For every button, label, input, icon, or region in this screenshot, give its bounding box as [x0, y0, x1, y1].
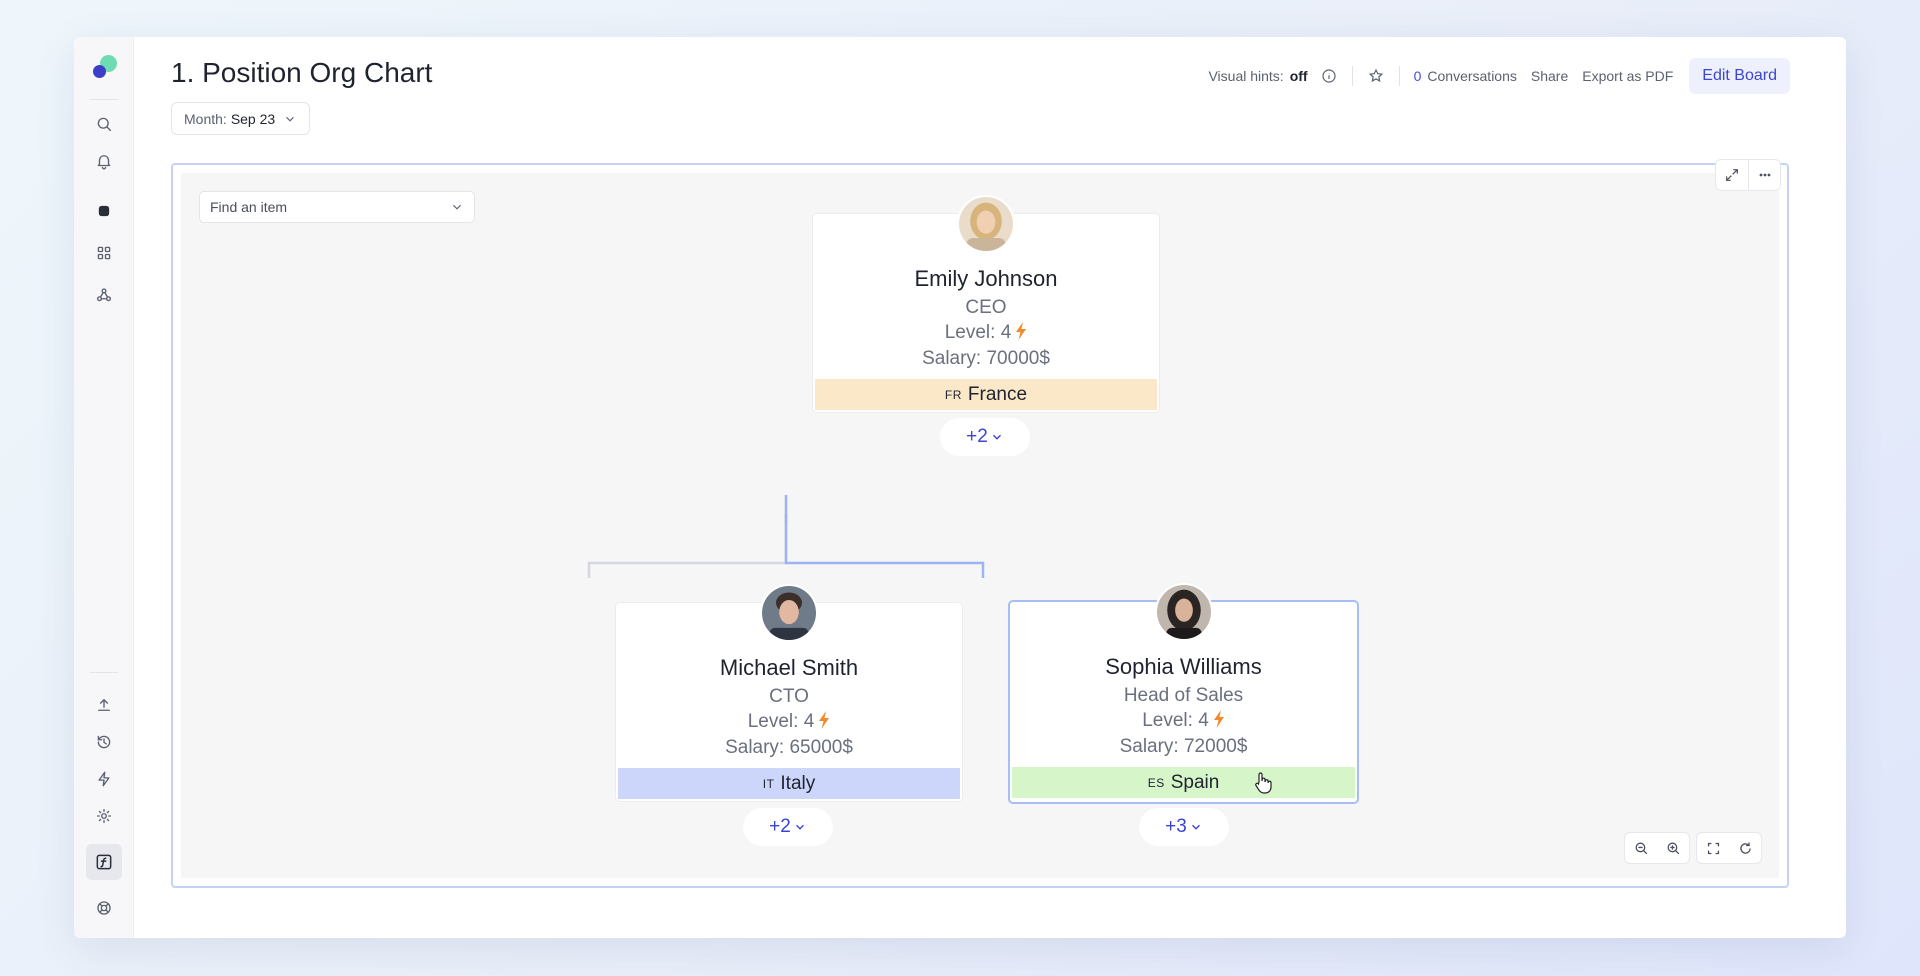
person-role: Head of Sales: [1123, 685, 1244, 706]
share-button[interactable]: Share: [1531, 68, 1568, 84]
person-level: Level: 4: [1010, 710, 1357, 732]
formula-icon[interactable]: [86, 844, 122, 880]
country-code: IT: [762, 776, 775, 791]
divider: [1351, 66, 1353, 86]
country-badge: IT Italy: [618, 768, 960, 799]
org-node-head-of-sales[interactable]: Sophia Williams Head of Sales Level: 4 S…: [1008, 583, 1359, 804]
country-badge: ES Spain: [1012, 767, 1355, 798]
avatar: [1154, 583, 1213, 641]
person-level: Level: 4: [616, 711, 962, 733]
avatar: [957, 195, 1015, 253]
page-title: 1. Position Org Chart: [171, 57, 433, 88]
export-pdf-button[interactable]: Export as PDF: [1582, 68, 1673, 84]
person-role: CEO: [965, 297, 1007, 318]
more-options-icon[interactable]: [1748, 160, 1780, 190]
lightning-icon[interactable]: [90, 765, 118, 793]
person-salary: Salary: 72000$: [1119, 736, 1248, 757]
country-badge: FR France: [815, 379, 1157, 410]
conversations-count: 0: [1413, 68, 1422, 84]
person-name: Emily Johnson: [914, 266, 1058, 291]
lightning-icon: [1213, 710, 1224, 728]
header-actions: Visual hints: off 0 Conversations Share …: [1208, 58, 1790, 94]
level-text: Level: 4: [747, 711, 815, 732]
country-name: Spain: [1170, 771, 1220, 793]
zoom-controls: [1624, 832, 1762, 864]
bell-icon[interactable]: [90, 147, 118, 175]
board-toolbar: [1715, 159, 1781, 191]
country-code: FR: [944, 387, 962, 402]
conversations-label: Conversations: [1427, 68, 1517, 84]
month-filter-label: Month:: [184, 110, 227, 127]
person-name: Michael Smith: [719, 655, 859, 680]
org-chart-board: Find an item Emily Johnson CEO Level: 4: [171, 159, 1789, 888]
org-chart-canvas[interactable]: Find an item Emily Johnson CEO Level: 4: [181, 173, 1779, 878]
visual-hints-label: Visual hints:: [1208, 68, 1284, 84]
person-salary: Salary: 70000$: [922, 348, 1050, 369]
share-label: Share: [1530, 68, 1569, 84]
sidebar-divider: [90, 99, 118, 100]
settings-gear-icon[interactable]: [90, 802, 118, 830]
fit-to-screen-icon[interactable]: [1697, 833, 1729, 863]
expand-fullscreen-icon[interactable]: [1716, 160, 1748, 190]
org-node-cto[interactable]: Michael Smith CTO Level: 4 Salary: 65000…: [615, 584, 963, 802]
org-node-ceo[interactable]: Emily Johnson CEO Level: 4 Salary: 70000…: [812, 195, 1160, 413]
expand-children-button[interactable]: +3: [1139, 808, 1229, 846]
export-pdf-label: Export as PDF: [1582, 68, 1674, 84]
chevron-down-icon: [992, 434, 1001, 440]
chevron-down-icon: [286, 116, 295, 122]
sidebar-divider: [90, 672, 118, 673]
apps-grid-icon[interactable]: [90, 239, 118, 267]
person-role: CTO: [769, 686, 809, 707]
info-icon: [1321, 69, 1336, 83]
avatar: [760, 584, 818, 642]
level-text: Level: 4: [944, 322, 1012, 343]
help-lifebuoy-icon[interactable]: [90, 894, 118, 922]
edit-board-button[interactable]: Edit Board: [1689, 58, 1790, 94]
expand-count: +2: [966, 426, 988, 447]
visual-hints-toggle[interactable]: Visual hints: off: [1208, 67, 1337, 85]
person-name: Sophia Williams: [1105, 654, 1262, 679]
boards-icon[interactable]: [90, 197, 118, 225]
country-name: France: [967, 383, 1028, 405]
chevron-down-icon: [795, 824, 804, 830]
visual-hints-value: off: [1289, 68, 1308, 84]
conversations-button[interactable]: 0 Conversations: [1414, 68, 1517, 84]
expand-children-button[interactable]: +2: [940, 418, 1030, 456]
person-salary: Salary: 65000$: [725, 737, 853, 758]
app-window: 1. Position Org Chart Month: Sep 23 Visu…: [74, 37, 1846, 938]
history-icon[interactable]: [90, 728, 118, 756]
level-text: Level: 4: [1142, 710, 1209, 731]
app-logo[interactable]: [92, 55, 118, 81]
country-name: Italy: [780, 772, 816, 794]
country-code: ES: [1147, 775, 1165, 790]
expand-count: +2: [769, 816, 791, 837]
month-filter-value: Sep 23: [230, 110, 276, 127]
favorite-button[interactable]: [1367, 67, 1385, 85]
sidebar: [74, 37, 134, 938]
lightning-icon: [1016, 322, 1027, 340]
zoom-in-icon[interactable]: [1657, 833, 1689, 863]
network-icon[interactable]: [90, 281, 118, 309]
reset-view-icon[interactable]: [1729, 833, 1761, 863]
upload-icon[interactable]: [90, 691, 118, 719]
month-filter-dropdown[interactable]: Month: Sep 23: [171, 102, 311, 135]
lightning-icon: [819, 711, 830, 729]
person-level: Level: 4: [813, 322, 1159, 344]
hand-cursor-icon: [1255, 772, 1272, 794]
zoom-out-icon[interactable]: [1625, 833, 1657, 863]
divider: [1398, 66, 1400, 86]
star-icon: [1368, 68, 1383, 83]
expand-count: +3: [1165, 816, 1187, 837]
expand-children-button[interactable]: +2: [743, 808, 833, 846]
chevron-down-icon: [1191, 824, 1200, 830]
search-icon[interactable]: [90, 110, 118, 138]
